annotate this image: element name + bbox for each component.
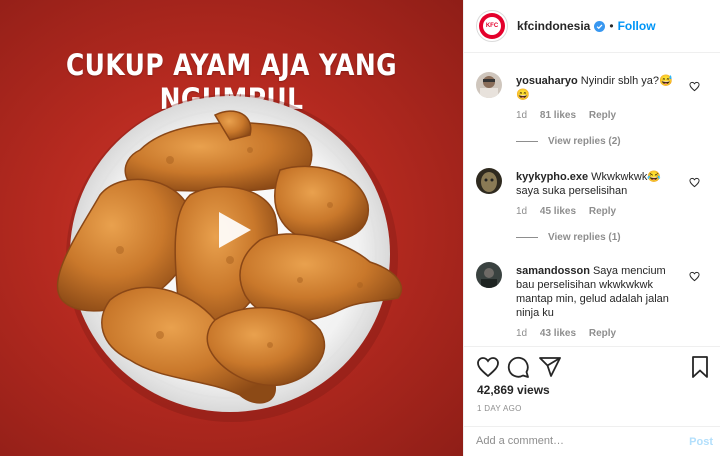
- action-icons-row: [476, 355, 712, 381]
- avatar-image: [476, 168, 502, 194]
- comment-username[interactable]: samandosson: [516, 265, 590, 277]
- view-replies-label: View replies (2): [548, 136, 621, 147]
- comment-time: 1d: [516, 328, 528, 339]
- heart-icon[interactable]: [476, 355, 500, 379]
- comment-likes[interactable]: 81 likes: [540, 110, 576, 121]
- reply-button[interactable]: Reply: [589, 206, 616, 217]
- post-actions: 42,869 views 1 DAY AGO: [464, 346, 720, 426]
- comment-meta: 1d 81 likes Reply: [516, 110, 626, 121]
- comment-input[interactable]: [476, 435, 666, 447]
- avatar-image: [476, 72, 502, 98]
- comment-likes[interactable]: 43 likes: [540, 328, 576, 339]
- comments-list[interactable]: yosuaharyo Nyindir sblh ya?😅😄 1d 81 likes…: [464, 54, 720, 346]
- post-side-panel: KFC kfcindonesia • Follow yosuaharyo Nyin…: [463, 0, 720, 456]
- comment-meta: 1d 43 likes Reply: [516, 328, 626, 339]
- view-count[interactable]: 42,869 views: [477, 383, 550, 397]
- kfc-logo: KFC: [479, 13, 505, 39]
- comment-meta: 1d 45 likes Reply: [516, 206, 626, 217]
- bookmark-icon[interactable]: [688, 355, 712, 379]
- avatar[interactable]: [476, 72, 502, 98]
- comment-username[interactable]: yosuaharyo: [516, 75, 578, 87]
- avatar-image: [476, 262, 502, 288]
- avatar[interactable]: [476, 168, 502, 194]
- heart-icon[interactable]: [689, 271, 700, 282]
- add-comment-bar: Post: [464, 426, 720, 456]
- comment-likes[interactable]: 45 likes: [540, 206, 576, 217]
- share-icon[interactable]: [538, 355, 562, 379]
- comment-username[interactable]: kyykypho.exe: [516, 171, 588, 183]
- follow-button[interactable]: Follow: [618, 19, 656, 33]
- play-icon: [219, 212, 251, 248]
- heart-icon[interactable]: [689, 81, 700, 92]
- reply-button[interactable]: Reply: [589, 328, 616, 339]
- comment-icon[interactable]: [506, 355, 530, 379]
- post-button[interactable]: Post: [689, 436, 713, 448]
- comment-text: samandosson Saya mencium bau perselisihan…: [516, 264, 686, 320]
- post-time: 1 DAY AGO: [477, 404, 522, 413]
- view-replies-button[interactable]: View replies (2): [516, 136, 621, 147]
- kfc-logo-text: KFC: [483, 17, 501, 35]
- post-header: KFC kfcindonesia • Follow: [464, 0, 720, 53]
- verified-badge-icon: [594, 20, 606, 32]
- play-button[interactable]: [209, 206, 257, 254]
- separator-dot: •: [609, 19, 614, 33]
- comment-text: kyykypho.exe Wkwkwkwk😂 saya suka perselis…: [516, 170, 686, 198]
- post-media[interactable]: CUKUP AYAM AJA YANG NGUMPUL: [0, 0, 463, 456]
- avatar[interactable]: KFC: [476, 10, 508, 42]
- view-replies-button[interactable]: View replies (1): [516, 232, 621, 243]
- comment-text: yosuaharyo Nyindir sblh ya?😅😄: [516, 74, 686, 102]
- divider: [516, 237, 538, 238]
- post-author-username[interactable]: kfcindonesia: [517, 19, 590, 33]
- avatar[interactable]: [476, 262, 502, 288]
- comment-time: 1d: [516, 206, 528, 217]
- divider: [516, 141, 538, 142]
- heart-icon[interactable]: [689, 177, 700, 188]
- view-replies-label: View replies (1): [548, 232, 621, 243]
- comment-time: 1d: [516, 110, 528, 121]
- reply-button[interactable]: Reply: [589, 110, 616, 121]
